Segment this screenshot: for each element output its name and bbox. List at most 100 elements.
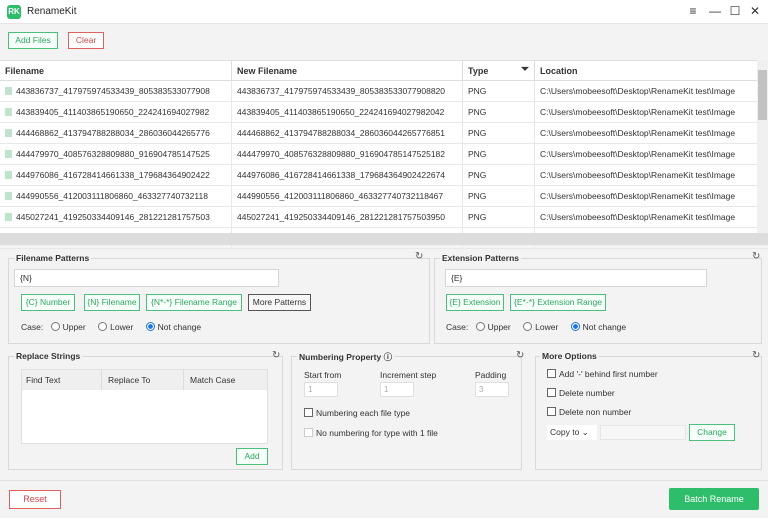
title-bar xyxy=(0,0,768,24)
table-row[interactable]: 444976086_416728414661338_17968436490242… xyxy=(0,165,768,186)
delete-non-number-checkbox[interactable]: Delete non number xyxy=(547,407,631,417)
copy-path-input[interactable] xyxy=(600,425,686,440)
location-cell: C:\Users\mobeesoft\Desktop\RenameKit tes… xyxy=(540,170,736,180)
batch-rename-button[interactable]: Batch Rename xyxy=(669,488,759,510)
image-file-icon xyxy=(5,150,12,158)
column-type[interactable]: Type ⏷ xyxy=(463,61,535,80)
clear-button[interactable]: Clear xyxy=(68,32,104,49)
filename-cell: 443836737_417975974533439_80538353307790… xyxy=(0,81,232,101)
number-pattern-button[interactable]: {C} Number xyxy=(21,294,75,311)
refresh-icon[interactable]: ↻ xyxy=(516,350,524,361)
extension-patterns-title: Extension Patterns xyxy=(440,253,521,263)
case-not-change-radio[interactable]: Not change xyxy=(145,322,201,332)
help-icon[interactable]: ⓘ xyxy=(384,352,393,362)
ext-case-not-change-radio[interactable]: Not change xyxy=(570,322,626,332)
add-files-button[interactable]: Add Files xyxy=(8,32,58,49)
file-table: Filename New Filename Type ⏷ Location 443… xyxy=(0,60,768,249)
no-numbering-single-checkbox[interactable]: No numbering for type with 1 file xyxy=(304,428,438,438)
replace-to-header: Replace To xyxy=(102,370,184,390)
refresh-icon[interactable]: ↻ xyxy=(752,251,760,262)
filename-cell: 443839405_411403865190650_22424169402798… xyxy=(0,102,232,122)
filter-icon[interactable]: ⏷ xyxy=(521,64,529,75)
location-cell: C:\Users\mobeesoft\Desktop\RenameKit tes… xyxy=(540,212,736,222)
copy-to-select[interactable]: Copy to ⌄ xyxy=(547,425,597,440)
filename-pattern-button[interactable]: {N} Filename xyxy=(84,294,140,311)
column-location[interactable]: Location xyxy=(535,61,757,80)
extension-range-button[interactable]: {E*-*} Extension Range xyxy=(510,294,606,311)
more-options-title: More Options xyxy=(540,351,599,361)
scrollbar-thumb[interactable] xyxy=(758,70,767,120)
type-cell: PNG xyxy=(463,186,535,206)
new-filename-cell: 444479970_408576328809880_91690478514752… xyxy=(232,144,463,164)
location-cell: C:\Users\mobeesoft\Desktop\RenameKit tes… xyxy=(540,191,736,201)
type-cell: PNG xyxy=(463,207,535,227)
filename-range-button[interactable]: {N*-*} Filename Range xyxy=(146,294,242,311)
location-cell: C:\Users\mobeesoft\Desktop\RenameKit tes… xyxy=(540,86,736,96)
change-button[interactable]: Change xyxy=(689,424,735,441)
menu-icon[interactable]: ≡ xyxy=(685,4,701,18)
new-filename-cell: 444976086_416728414661338_17968436490242… xyxy=(232,165,463,185)
column-new-filename[interactable]: New Filename xyxy=(232,61,463,80)
new-filename-cell: 443836737_417975974533439_80538353307790… xyxy=(232,81,463,101)
image-file-icon xyxy=(5,87,12,95)
horizontal-scrollbar[interactable] xyxy=(0,233,768,245)
type-label: Type xyxy=(468,66,489,76)
new-filename-cell: 445027241_419250334409146_28122128175750… xyxy=(232,207,463,227)
minimize-icon[interactable]: — xyxy=(707,4,723,18)
divider xyxy=(0,480,768,481)
table-row[interactable]: 445027241_419250334409146_28122128175750… xyxy=(0,207,768,228)
case-upper-radio[interactable]: Upper xyxy=(50,322,86,332)
filename-pattern-input[interactable]: {N} xyxy=(14,269,279,287)
app-title: RenameKit xyxy=(27,6,77,17)
image-file-icon xyxy=(5,213,12,221)
type-cell: PNG xyxy=(463,144,535,164)
type-cell: PNG xyxy=(463,165,535,185)
type-cell: PNG xyxy=(463,102,535,122)
refresh-icon[interactable]: ↻ xyxy=(272,350,280,361)
increment-label: Increment step xyxy=(380,370,437,380)
app-logo-icon: RK xyxy=(7,5,21,19)
ext-case-upper-radio[interactable]: Upper xyxy=(475,322,511,332)
image-file-icon xyxy=(5,108,12,116)
match-case-header: Match Case xyxy=(190,375,236,385)
chevron-down-icon: ⌄ xyxy=(581,427,589,437)
padding-input[interactable]: 3 xyxy=(475,382,509,397)
filename-cell: 444479970_408576328809880_91690478514752… xyxy=(0,144,232,164)
table-row[interactable]: 444468862_413794788288034_28603604426577… xyxy=(0,123,768,144)
type-cell: PNG xyxy=(463,123,535,143)
refresh-icon[interactable]: ↻ xyxy=(415,251,423,262)
image-file-icon xyxy=(5,192,12,200)
numbering-each-type-checkbox[interactable]: Numbering each file type xyxy=(304,408,410,418)
delete-number-checkbox[interactable]: Delete number xyxy=(547,388,615,398)
table-row[interactable]: 443836737_417975974533439_80538353307790… xyxy=(0,81,768,102)
replace-strings-title: Replace Strings xyxy=(14,351,83,361)
new-filename-cell: 444468862_413794788288034_28603604426577… xyxy=(232,123,463,143)
new-filename-cell: 443839405_411403865190650_22424169402798… xyxy=(232,102,463,122)
image-file-icon xyxy=(5,129,12,137)
table-row[interactable]: 444990556_412003111806860_46332774073211… xyxy=(0,186,768,207)
add-dash-checkbox[interactable]: Add '-' behind first number xyxy=(547,369,658,379)
filename-cell: 444468862_413794788288034_28603604426577… xyxy=(0,123,232,143)
case-lower-radio[interactable]: Lower xyxy=(98,322,133,332)
ext-case-lower-radio[interactable]: Lower xyxy=(523,322,558,332)
add-replace-button[interactable]: Add xyxy=(236,448,268,465)
extension-pattern-input[interactable]: {E} xyxy=(445,269,707,287)
column-filename[interactable]: Filename xyxy=(0,61,232,80)
table-row[interactable]: 443839405_411403865190650_22424169402798… xyxy=(0,102,768,123)
new-filename-cell: 444990556_412003111806860_46332774073211… xyxy=(232,186,463,206)
reset-button[interactable]: Reset xyxy=(9,490,61,509)
padding-label: Padding xyxy=(475,370,507,380)
refresh-icon[interactable]: ↻ xyxy=(752,350,760,361)
close-icon[interactable]: ✕ xyxy=(747,4,763,18)
location-cell: C:\Users\mobeesoft\Desktop\RenameKit tes… xyxy=(540,128,736,138)
start-from-input[interactable]: 1 xyxy=(304,382,338,397)
location-cell: C:\Users\mobeesoft\Desktop\RenameKit tes… xyxy=(540,107,736,117)
extension-button[interactable]: {E} Extension xyxy=(446,294,504,311)
filename-cell: 445027241_419250334409146_28122128175750… xyxy=(0,207,232,227)
table-row[interactable]: 444479970_408576328809880_91690478514752… xyxy=(0,144,768,165)
filename-cell: 444976086_416728414661338_17968436490242… xyxy=(0,165,232,185)
more-patterns-button[interactable]: More Patterns xyxy=(248,294,311,311)
maximize-icon[interactable]: ☐ xyxy=(727,4,743,18)
type-cell: PNG xyxy=(463,81,535,101)
increment-input[interactable]: 1 xyxy=(380,382,414,397)
